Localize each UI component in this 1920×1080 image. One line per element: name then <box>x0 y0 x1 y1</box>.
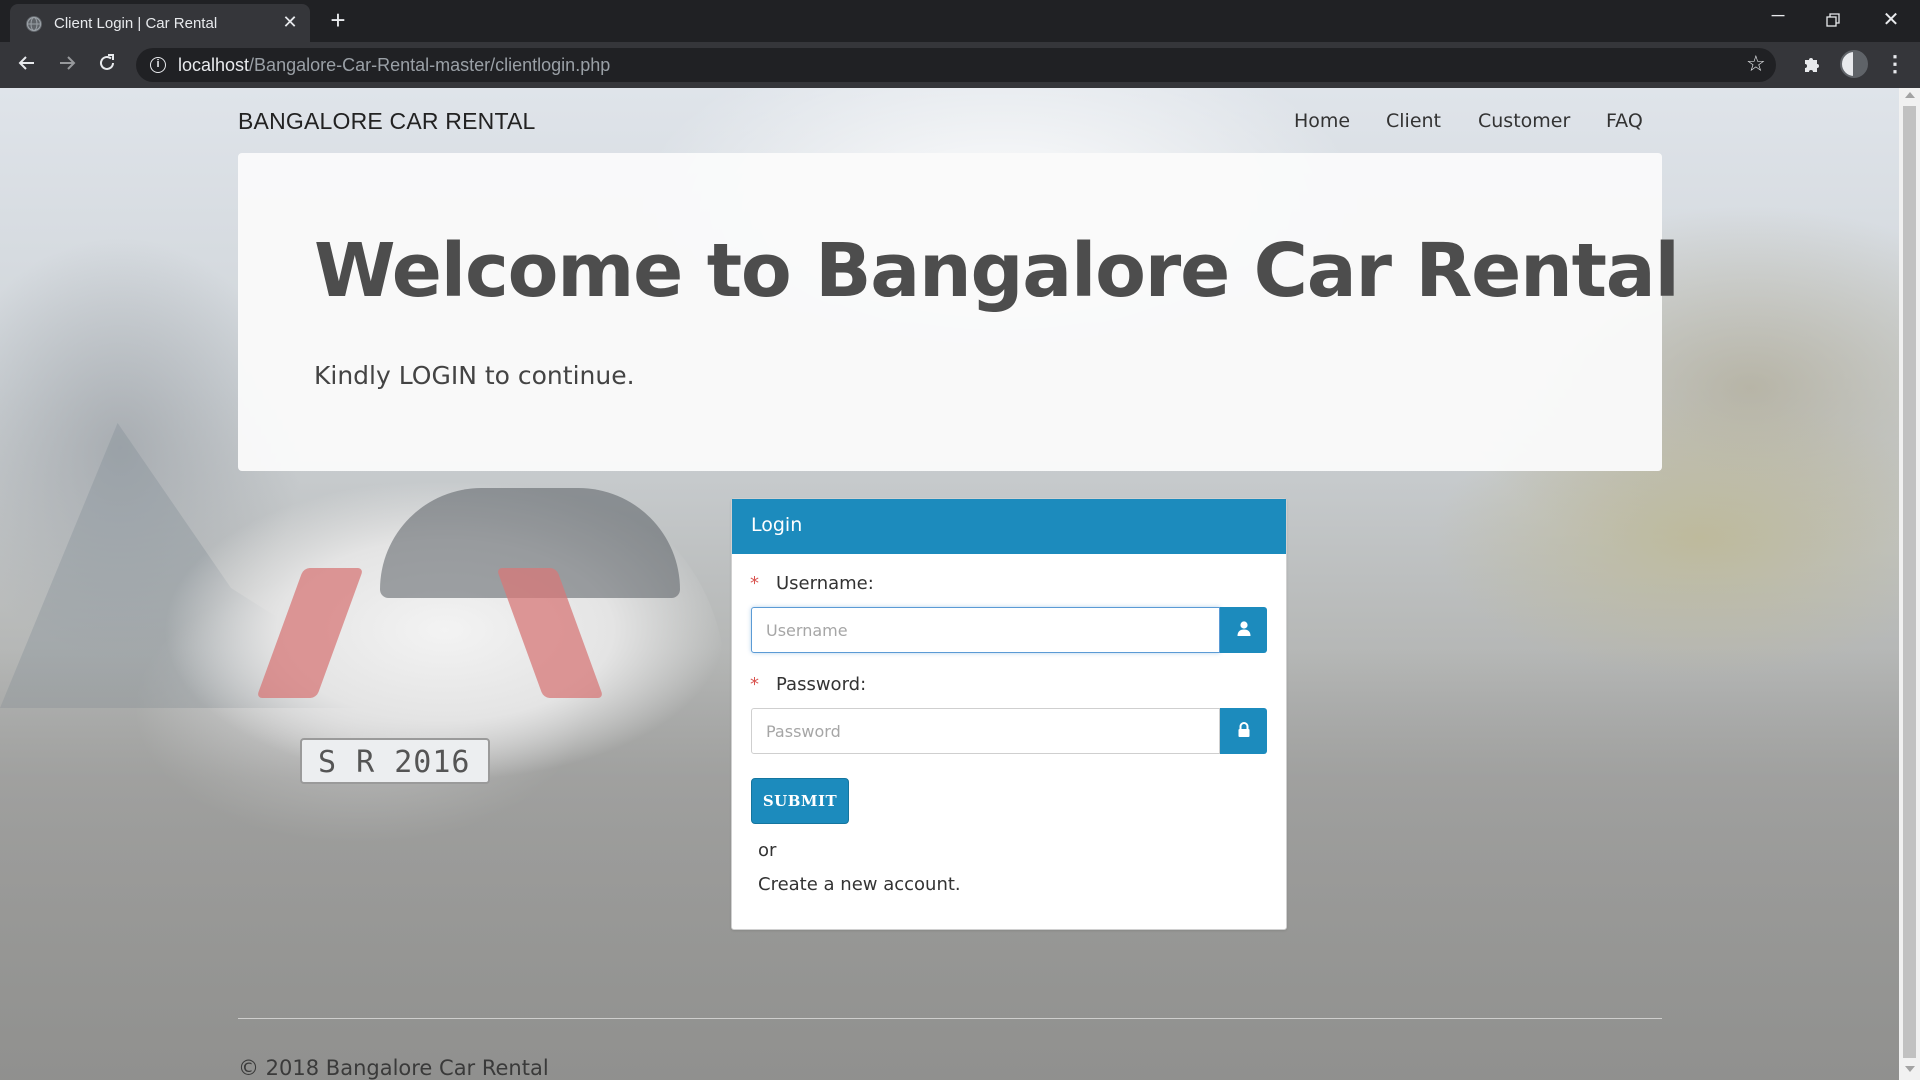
scrollbar-thumb[interactable] <box>1903 106 1916 1058</box>
footer-divider <box>238 1018 1662 1019</box>
or-separator-text: or <box>758 840 777 861</box>
forward-icon[interactable] <box>54 52 80 78</box>
nav-link-faq[interactable]: FAQ <box>1606 110 1643 132</box>
user-icon <box>1220 607 1267 653</box>
tab-title: Client Login | Car Rental <box>54 15 218 32</box>
welcome-jumbotron: Welcome to Bangalore Car Rental Kindly L… <box>238 153 1680 471</box>
browser-toolbar: i localhost/Bangalore-Car-Rental-master/… <box>0 42 1920 88</box>
globe-icon <box>26 16 42 32</box>
window-close-icon[interactable]: ✕ <box>1879 8 1903 32</box>
login-panel: Login * Username: * Password: SUBMIT or … <box>731 498 1287 930</box>
username-label: Username: <box>776 573 874 594</box>
required-marker: * <box>750 674 759 695</box>
login-panel-heading: Login <box>732 499 1286 554</box>
login-panel-title: Login <box>751 514 803 536</box>
page-title: Welcome to Bangalore Car Rental <box>314 228 1680 314</box>
nav-link-home[interactable]: Home <box>1294 110 1350 132</box>
puzzle-icon[interactable] <box>1800 52 1824 76</box>
kebab-menu-icon[interactable]: ⋮ <box>1884 52 1906 76</box>
url-path: /Bangalore-Car-Rental-master/clientlogin… <box>249 55 611 75</box>
footer-copyright: © 2018 Bangalore Car Rental <box>238 1056 549 1080</box>
reload-icon[interactable] <box>94 52 120 78</box>
page-viewport: S R 2016 BANGALORE CAR RENTAL Home Clien… <box>0 88 1899 1080</box>
navbar-brand[interactable]: BANGALORE CAR RENTAL <box>238 108 536 135</box>
page-subtitle: Kindly LOGIN to continue. <box>314 361 635 390</box>
required-marker: * <box>750 573 759 594</box>
address-bar[interactable]: i localhost/Bangalore-Car-Rental-master/… <box>136 48 1776 82</box>
lock-icon <box>1220 708 1267 754</box>
back-icon[interactable] <box>14 52 40 78</box>
restore-icon[interactable] <box>1821 8 1845 32</box>
background-license-plate: S R 2016 <box>300 738 490 784</box>
info-icon[interactable]: i <box>150 57 166 73</box>
nav-link-customer[interactable]: Customer <box>1478 110 1570 132</box>
nav-link-client[interactable]: Client <box>1386 110 1441 132</box>
plus-icon[interactable]: + <box>326 7 350 33</box>
password-input[interactable] <box>751 708 1220 754</box>
license-plate-text: S R 2016 <box>318 745 471 780</box>
browser-tab[interactable]: Client Login | Car Rental ✕ <box>10 4 310 42</box>
browser-tab-strip: Client Login | Car Rental ✕ + ─ ✕ <box>0 0 1920 42</box>
star-icon[interactable]: ☆ <box>1746 53 1766 77</box>
avatar[interactable] <box>1840 50 1868 78</box>
scroll-up-arrow-icon[interactable] <box>1905 92 1915 98</box>
create-account-link[interactable]: Create a new account. <box>758 874 961 895</box>
vertical-scrollbar[interactable] <box>1899 88 1920 1080</box>
submit-button[interactable]: SUBMIT <box>751 778 849 824</box>
username-input[interactable] <box>751 607 1220 653</box>
url-text[interactable]: localhost/Bangalore-Car-Rental-master/cl… <box>178 55 610 76</box>
url-host: localhost <box>178 55 250 75</box>
close-icon[interactable]: ✕ <box>280 13 300 33</box>
scroll-down-arrow-icon[interactable] <box>1905 1066 1915 1072</box>
password-label: Password: <box>776 674 867 695</box>
minimize-icon[interactable]: ─ <box>1766 6 1790 32</box>
